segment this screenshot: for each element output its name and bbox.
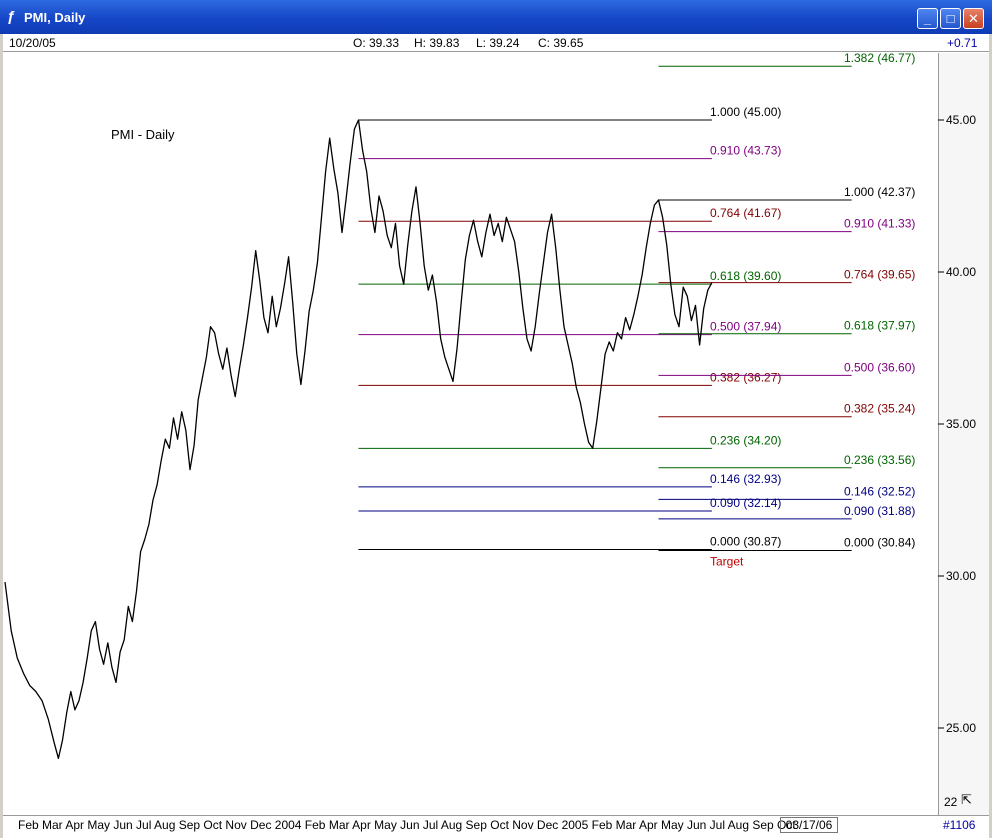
chart-title: PMI - Daily	[111, 127, 175, 142]
bar-count: #1106	[943, 818, 976, 832]
fib-set-1-level-label: 0.618 (39.60)	[710, 269, 781, 283]
axis-tick-label: 25.00	[946, 721, 976, 735]
fib-set-1-level-label: 0.146 (32.93)	[710, 472, 781, 486]
fib-set-2-level-label: 0.382 (35.24)	[844, 402, 915, 416]
cursor-date-box: 03/17/06	[780, 817, 838, 833]
fib-set-2-level-label: 0.236 (33.56)	[844, 453, 915, 467]
fib-set-2-level-label: 0.618 (37.97)	[844, 319, 915, 333]
fib-set-1-level-label: 0.090 (32.14)	[710, 496, 781, 510]
fib-set-1-level-label: 0.236 (34.20)	[710, 433, 781, 447]
axis-tick-label: 40.00	[946, 265, 976, 279]
fib-set-2-level-label: 1.382 (46.77)	[844, 51, 915, 65]
fib-set-1-level-label: 0.500 (37.94)	[710, 320, 781, 334]
fib-set-2-level-label: 0.146 (32.52)	[844, 484, 915, 498]
zoom-icon[interactable]: ⇱	[961, 792, 972, 808]
price-line	[4, 119, 713, 760]
fib-set-1-level-label: 0.382 (36.27)	[710, 370, 781, 384]
fib-set-1-level-label: 1.000 (45.00)	[710, 105, 781, 119]
axis-tick-label: 35.00	[946, 417, 976, 431]
fib-set-2-level-label: 0.764 (39.65)	[844, 268, 915, 282]
fib-set-1-level-label: 0.000 (30.87)	[710, 535, 781, 549]
axis-tick-label: 45.00	[946, 113, 976, 127]
month-axis-labels: Feb Mar Apr May Jun Jul Aug Sep Oct Nov …	[18, 818, 796, 832]
fib-set-2-level-label: 0.090 (31.88)	[844, 504, 915, 518]
target-annotation: Target	[710, 554, 744, 568]
fib-set-2-level-label: 1.000 (42.37)	[844, 185, 915, 199]
fib-set-2-level-label: 0.500 (36.60)	[844, 360, 915, 374]
axis-tick-label: 30.00	[946, 569, 976, 583]
fib-set-2-level-label: 0.910 (41.33)	[844, 217, 915, 231]
fib-set-2-level-label: 0.000 (30.84)	[844, 535, 915, 549]
price-chart[interactable]: PMI - Daily 45.00 40.00 35.00 30.00 25.00 1.00…	[0, 0, 992, 838]
fib-set-1-level-label: 0.764 (41.67)	[710, 206, 781, 220]
fib-set-1-level-label: 0.910 (43.73)	[710, 144, 781, 158]
axis-corner-number: 22	[944, 795, 958, 809]
date-axis-bar[interactable]: Feb Mar Apr May Jun Jul Aug Sep Oct Nov …	[3, 815, 989, 835]
